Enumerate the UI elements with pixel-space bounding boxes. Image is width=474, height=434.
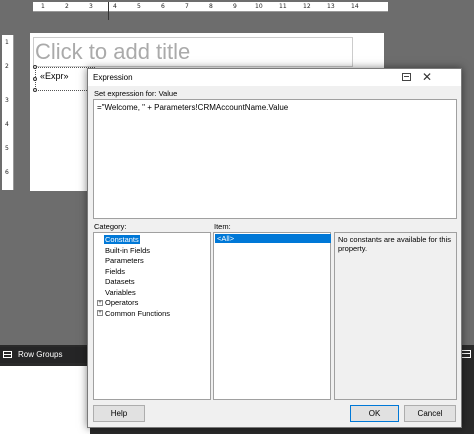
ruler-tick: 2 [65,3,69,10]
cancel-button[interactable]: Cancel [404,405,456,422]
expression-dialog: Expression ✕ Set expression for: Value =… [87,68,462,428]
expression-textbox[interactable]: «Expr» [33,65,95,92]
row-groups-list [0,366,90,434]
report-title-placeholder[interactable]: Click to add title [33,37,353,67]
item-all[interactable]: <All> [215,234,331,243]
expand-common-functions-icon[interactable]: + [97,310,103,316]
resize-handle[interactable] [33,65,37,69]
item-list[interactable]: <All> [213,232,331,400]
item-label: Item: [214,222,231,231]
ruler-tick: 13 [327,3,335,10]
set-expression-label: Set expression for: Value [94,89,178,98]
ruler-tick: 6 [5,169,9,176]
ruler-tick: 11 [279,3,287,10]
ruler-tick: 2 [5,63,9,70]
ruler-tick: 3 [5,97,9,104]
expression-textbox-text: «Expr» [40,71,69,81]
item-description: No constants are available for this prop… [334,232,457,400]
category-datasets[interactable]: Datasets [104,277,136,286]
close-icon[interactable]: ✕ [420,70,434,84]
ruler-tick: 5 [5,145,9,152]
vertical-ruler: 1 2 3 4 5 6 [2,35,14,190]
category-variables[interactable]: Variables [104,288,137,297]
ruler-tick: 1 [5,39,9,46]
expand-operators-icon[interactable]: + [97,299,103,306]
ruler-tick: 7 [185,3,189,10]
ruler-tick: 1 [41,3,45,10]
row-groups-header[interactable]: Row Groups [0,347,90,363]
ruler-tick: 9 [233,3,237,10]
category-fields[interactable]: Fields [104,267,126,276]
resize-handle[interactable] [33,77,37,81]
ruler-tick: 5 [137,3,141,10]
ok-button[interactable]: OK [350,405,399,422]
ruler-marker [108,2,109,20]
category-tree[interactable]: Constants Built-in Fields Parameters Fie… [93,232,211,400]
ruler-tick: 3 [89,3,93,10]
column-groups-icon[interactable] [461,350,471,358]
category-constants[interactable]: Constants [104,235,140,244]
pin-icon[interactable] [402,73,411,81]
ruler-tick: 14 [351,3,359,10]
row-groups-icon [3,351,12,358]
dialog-title: Expression [93,73,133,82]
ruler-tick: 4 [113,3,117,10]
category-common-functions[interactable]: Common Functions [104,309,171,318]
ruler-tick: 4 [5,121,9,128]
ruler-tick: 6 [161,3,165,10]
help-button[interactable]: Help [93,405,145,422]
ruler-tick: 12 [303,3,311,10]
resize-handle[interactable] [33,88,37,92]
ruler-tick: 8 [209,3,213,10]
row-groups-label: Row Groups [18,350,63,359]
category-built-in-fields[interactable]: Built-in Fields [104,246,151,255]
category-parameters[interactable]: Parameters [104,256,145,265]
category-operators[interactable]: Operators [104,298,139,307]
expression-editor[interactable]: ="Welcome, " + Parameters!CRMAccountName… [93,99,457,219]
horizontal-ruler: 1 2 3 4 5 6 7 8 9 10 11 12 13 14 [33,2,388,20]
dialog-titlebar[interactable]: Expression ✕ [88,69,461,86]
ruler-tick: 10 [255,3,263,10]
category-label: Category: [94,222,127,231]
